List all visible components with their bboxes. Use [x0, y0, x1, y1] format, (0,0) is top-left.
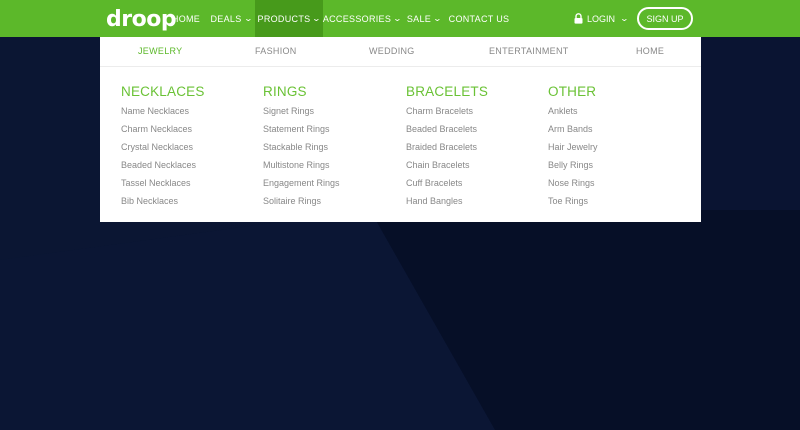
menu-link[interactable]: Beaded Bracelets — [406, 123, 488, 141]
column-title: OTHER — [548, 84, 597, 99]
nav-sale-label: SALE — [406, 13, 432, 24]
menu-link[interactable]: Anklets — [548, 105, 598, 123]
column-other: OTHER Anklets Arm Bands Hair Jewelry Bel… — [548, 84, 598, 213]
column-title: BRACELETS — [406, 84, 489, 99]
menu-link[interactable]: Crystal Necklaces — [121, 141, 205, 159]
login-label: LOGIN — [587, 13, 616, 24]
menu-link[interactable]: Engagement Rings — [263, 177, 340, 195]
chevron-down-icon: ⌄ — [392, 14, 403, 23]
nav-contact-label: CONTACT US — [448, 13, 510, 24]
menu-link[interactable]: Charm Bracelets — [406, 105, 488, 123]
column-necklaces: NECKLACES Name Necklaces Charm Necklaces… — [121, 84, 205, 213]
column-bracelets: BRACELETS Charm Bracelets Beaded Bracele… — [406, 84, 488, 213]
chevron-down-icon: ⌄ — [619, 14, 630, 23]
nav-products-label: PRODUCTS — [257, 13, 311, 24]
nav-accessories-label: ACCESSORIES — [322, 13, 392, 24]
nav-sale[interactable]: SALE ⌄ — [404, 0, 444, 37]
menu-link[interactable]: Cuff Bracelets — [406, 177, 488, 195]
column-title: RINGS — [263, 84, 307, 99]
top-navbar: droop HOME DEALS ⌄ PRODUCTS ⌄ ACCESSORIES ⌄… — [0, 0, 800, 37]
nav-deals[interactable]: DEALS ⌄ — [208, 0, 254, 37]
menu-link[interactable]: Beaded Necklaces — [121, 159, 205, 177]
column-rings: RINGS Signet Rings Statement Rings Stack… — [263, 84, 340, 213]
nav-accessories[interactable]: ACCESSORIES ⌄ — [322, 0, 402, 37]
nav-products[interactable]: PRODUCTS ⌄ — [255, 0, 323, 37]
menu-link[interactable]: Bib Necklaces — [121, 195, 205, 213]
nav-home[interactable]: HOME — [166, 0, 206, 37]
menu-link[interactable]: Signet Rings — [263, 105, 340, 123]
category-tabs: JEWELRY FASHION WEDDING ENTERTAINMENT HO… — [100, 37, 701, 67]
tab-jewelry[interactable]: JEWELRY — [138, 46, 182, 56]
nav-contact-us[interactable]: CONTACT US — [448, 0, 510, 37]
chevron-down-icon: ⌄ — [432, 14, 443, 23]
menu-link[interactable]: Solitaire Rings — [263, 195, 340, 213]
menu-link[interactable]: Charm Necklaces — [121, 123, 205, 141]
tab-fashion[interactable]: FASHION — [255, 46, 297, 56]
chevron-down-icon: ⌄ — [243, 14, 253, 23]
tab-wedding[interactable]: WEDDING — [369, 46, 415, 56]
menu-link[interactable]: Nose Rings — [548, 177, 598, 195]
menu-link[interactable]: Multistone Rings — [263, 159, 340, 177]
lock-icon — [574, 13, 583, 24]
menu-link[interactable]: Hair Jewelry — [548, 141, 598, 159]
chevron-down-icon: ⌄ — [312, 14, 322, 23]
menu-link[interactable]: Arm Bands — [548, 123, 598, 141]
nav-home-label: HOME — [171, 13, 201, 24]
login-link[interactable]: LOGIN ⌄ — [574, 0, 630, 37]
menu-link[interactable]: Belly Rings — [548, 159, 598, 177]
menu-link[interactable]: Toe Rings — [548, 195, 598, 213]
column-title: NECKLACES — [121, 84, 205, 99]
signup-button[interactable]: SIGN UP — [637, 7, 693, 30]
menu-link[interactable]: Braided Bracelets — [406, 141, 488, 159]
menu-link[interactable]: Tassel Necklaces — [121, 177, 205, 195]
products-mega-menu: JEWELRY FASHION WEDDING ENTERTAINMENT HO… — [100, 37, 701, 222]
nav-deals-label: DEALS — [210, 13, 242, 24]
menu-link[interactable]: Chain Bracelets — [406, 159, 488, 177]
menu-link[interactable]: Name Necklaces — [121, 105, 205, 123]
tab-home[interactable]: HOME — [636, 46, 664, 56]
tab-entertainment[interactable]: ENTERTAINMENT — [489, 46, 569, 56]
menu-link[interactable]: Hand Bangles — [406, 195, 488, 213]
menu-link[interactable]: Statement Rings — [263, 123, 340, 141]
menu-link[interactable]: Stackable Rings — [263, 141, 340, 159]
